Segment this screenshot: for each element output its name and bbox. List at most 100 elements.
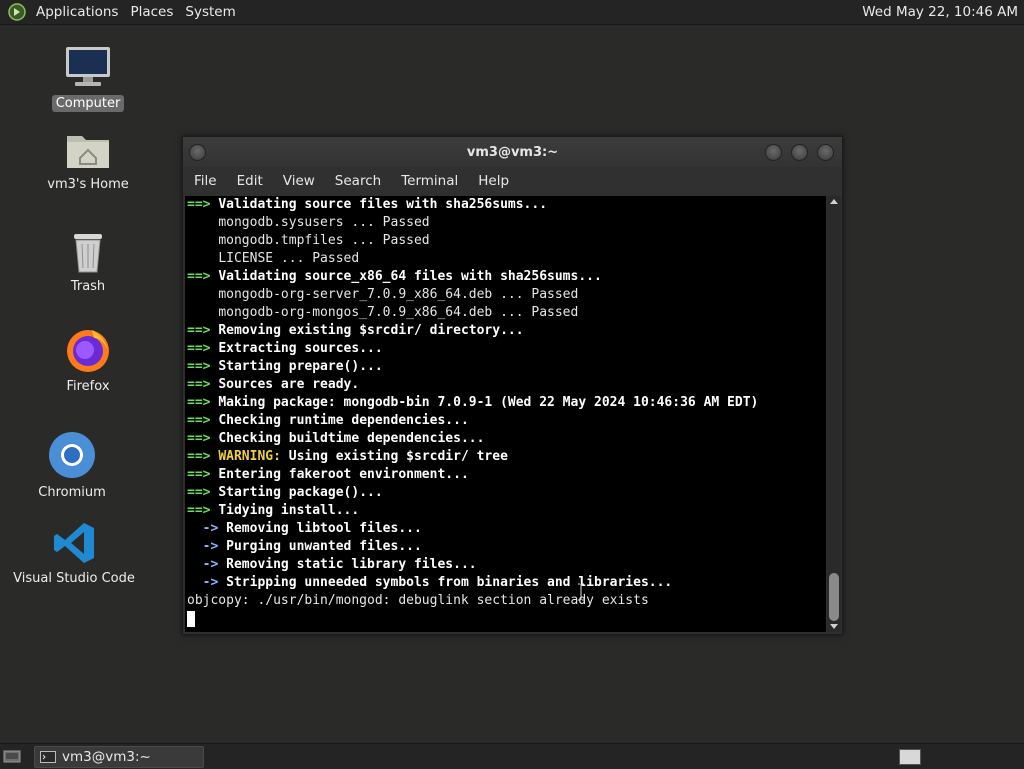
desktop-icon-label: Computer — [51, 95, 125, 112]
vscode-icon — [54, 523, 94, 563]
line-text: Starting prepare()... — [218, 359, 383, 374]
line-prefix: ==> — [187, 413, 219, 428]
firefox-icon — [67, 330, 109, 372]
computer-icon — [66, 47, 110, 86]
terminal-line: -> Removing static library files... — [185, 556, 826, 574]
line-prefix: ==> — [187, 341, 219, 356]
taskbar-terminal-button[interactable]: vm3@vm3:~ — [34, 746, 204, 768]
terminal-line: -> Purging unwanted files... — [185, 538, 826, 556]
line-text: mongodb-org-mongos_7.0.9_x86_64.deb ... … — [218, 305, 579, 320]
text-cursor — [187, 610, 195, 627]
menu-file[interactable]: File — [183, 173, 227, 189]
line-text: mongodb-org-server_7.0.9_x86_64.deb ... … — [218, 287, 579, 302]
terminal-line: mongodb.sysusers ... Passed — [185, 214, 826, 232]
line-text: Stripping unneeded symbols from binaries… — [226, 575, 673, 590]
line-text: Making package: mongodb-bin 7.0.9-1 (Wed… — [218, 395, 759, 410]
line-prefix — [187, 233, 218, 248]
menu-places[interactable]: Places — [124, 4, 179, 20]
line-prefix — [187, 287, 218, 302]
terminal-line: ==> Extracting sources... — [185, 340, 826, 358]
workspace-switcher[interactable] — [899, 749, 921, 765]
terminal-line: ==> Removing existing $srcdir/ directory… — [185, 322, 826, 340]
bottom-panel: vm3@vm3:~ — [0, 743, 1024, 769]
line-text: Tidying install... — [218, 503, 360, 518]
desktop-icon-label: Visual Studio Code — [13, 571, 135, 586]
close-button[interactable] — [817, 144, 834, 161]
desktop-icon-label: vm3's Home — [47, 177, 129, 192]
terminal-prompt-line — [185, 610, 826, 628]
desktop-icon-firefox[interactable]: Firefox — [52, 326, 124, 395]
line-text: Removing existing $srcdir/ directory... — [218, 323, 524, 338]
terminal-window[interactable]: vm3@vm3:~ File Edit View Search Terminal… — [182, 136, 843, 635]
window-titlebar[interactable]: vm3@vm3:~ — [183, 137, 842, 167]
chromium-icon — [49, 432, 95, 478]
scroll-thumb[interactable] — [829, 573, 839, 621]
desktop-icon-home[interactable]: vm3's Home — [44, 128, 132, 193]
scroll-down-arrow-icon[interactable] — [830, 624, 838, 629]
terminal-line: ==> Making package: mongodb-bin 7.0.9-1 … — [185, 394, 826, 412]
terminal-line: ==> Entering fakeroot environment... — [185, 466, 826, 484]
line-text: Checking buildtime dependencies... — [218, 431, 485, 446]
maximize-button[interactable] — [791, 144, 808, 161]
home-folder-icon — [67, 136, 109, 168]
line-text: Removing libtool files... — [226, 521, 422, 536]
line-prefix: ==> — [187, 395, 219, 410]
scroll-up-arrow-icon[interactable] — [830, 199, 838, 204]
menu-applications[interactable]: Applications — [30, 4, 124, 20]
desktop-icon-label: Firefox — [66, 379, 110, 394]
line-text: Validating source files with sha256sums.… — [218, 197, 548, 212]
desktop-icon-computer[interactable]: Computer — [51, 45, 125, 112]
line-prefix: ==> — [187, 359, 219, 374]
terminal-line: ==> Validating source files with sha256s… — [185, 196, 826, 214]
line-prefix: ==> — [187, 485, 219, 500]
menu-help[interactable]: Help — [468, 173, 519, 189]
line-prefix: -> — [187, 557, 227, 572]
terminal-line: -> Stripping unneeded symbols from binar… — [185, 574, 826, 592]
line-text: mongodb.sysusers ... Passed — [218, 215, 430, 230]
menu-edit[interactable]: Edit — [227, 173, 273, 189]
desktop-icon-chromium[interactable]: Chromium — [35, 430, 109, 501]
terminal-line: LICENSE ... Passed — [185, 250, 826, 268]
line-prefix: -> — [187, 521, 227, 536]
menu-view[interactable]: View — [273, 173, 325, 189]
line-prefix: ==> — [187, 377, 219, 392]
clock[interactable]: Wed May 22, 10:46 AM — [862, 0, 1018, 24]
terminal-scrollbar[interactable] — [827, 196, 841, 632]
distro-logo-icon[interactable] — [8, 3, 26, 21]
desktop-icon-label: Chromium — [38, 485, 106, 500]
show-desktop-icon[interactable] — [3, 749, 21, 763]
line-prefix: ==> — [187, 503, 219, 518]
desktop-icon-vscode[interactable]: Visual Studio Code — [13, 520, 135, 587]
line-text: LICENSE ... Passed — [218, 251, 360, 266]
menu-system[interactable]: System — [179, 4, 241, 20]
menu-terminal[interactable]: Terminal — [391, 173, 468, 189]
terminal-line: ==> Checking buildtime dependencies... — [185, 430, 826, 448]
terminal-output[interactable]: ==> Validating source files with sha256s… — [185, 196, 826, 632]
line-prefix: -> — [187, 539, 227, 554]
menu-search[interactable]: Search — [325, 173, 391, 189]
line-prefix: ==> — [187, 269, 219, 284]
window-menubar: File Edit View Search Terminal Help — [183, 167, 842, 195]
taskbar-task-label: vm3@vm3:~ — [62, 749, 151, 765]
line-text: Checking runtime dependencies... — [218, 413, 469, 428]
terminal-line: ==> Sources are ready. — [185, 376, 826, 394]
minimize-button[interactable] — [765, 144, 782, 161]
trash-icon — [74, 234, 102, 273]
window-menu-button[interactable] — [189, 144, 206, 161]
desktop-icon-trash[interactable]: Trash — [52, 228, 124, 295]
line-text: mongodb.tmpfiles ... Passed — [218, 233, 430, 248]
line-prefix: ==> — [187, 449, 219, 464]
terminal-line: objcopy: ./usr/bin/mongod: debuglink sec… — [185, 592, 826, 610]
line-text: Starting package()... — [218, 485, 383, 500]
window-title: vm3@vm3:~ — [466, 144, 559, 160]
line-text: Sources are ready. — [218, 377, 360, 392]
line-prefix: ==> — [187, 197, 219, 212]
line-text: Validating source_x86_64 files with sha2… — [218, 269, 602, 284]
line-prefix — [187, 305, 218, 320]
line-text: Removing static library files... — [226, 557, 477, 572]
line-prefix — [187, 215, 218, 230]
line-prefix: ==> — [187, 467, 219, 482]
terminal-line: ==> Tidying install... — [185, 502, 826, 520]
line-prefix — [187, 251, 218, 266]
desktop-icon-label: Trash — [70, 279, 106, 294]
